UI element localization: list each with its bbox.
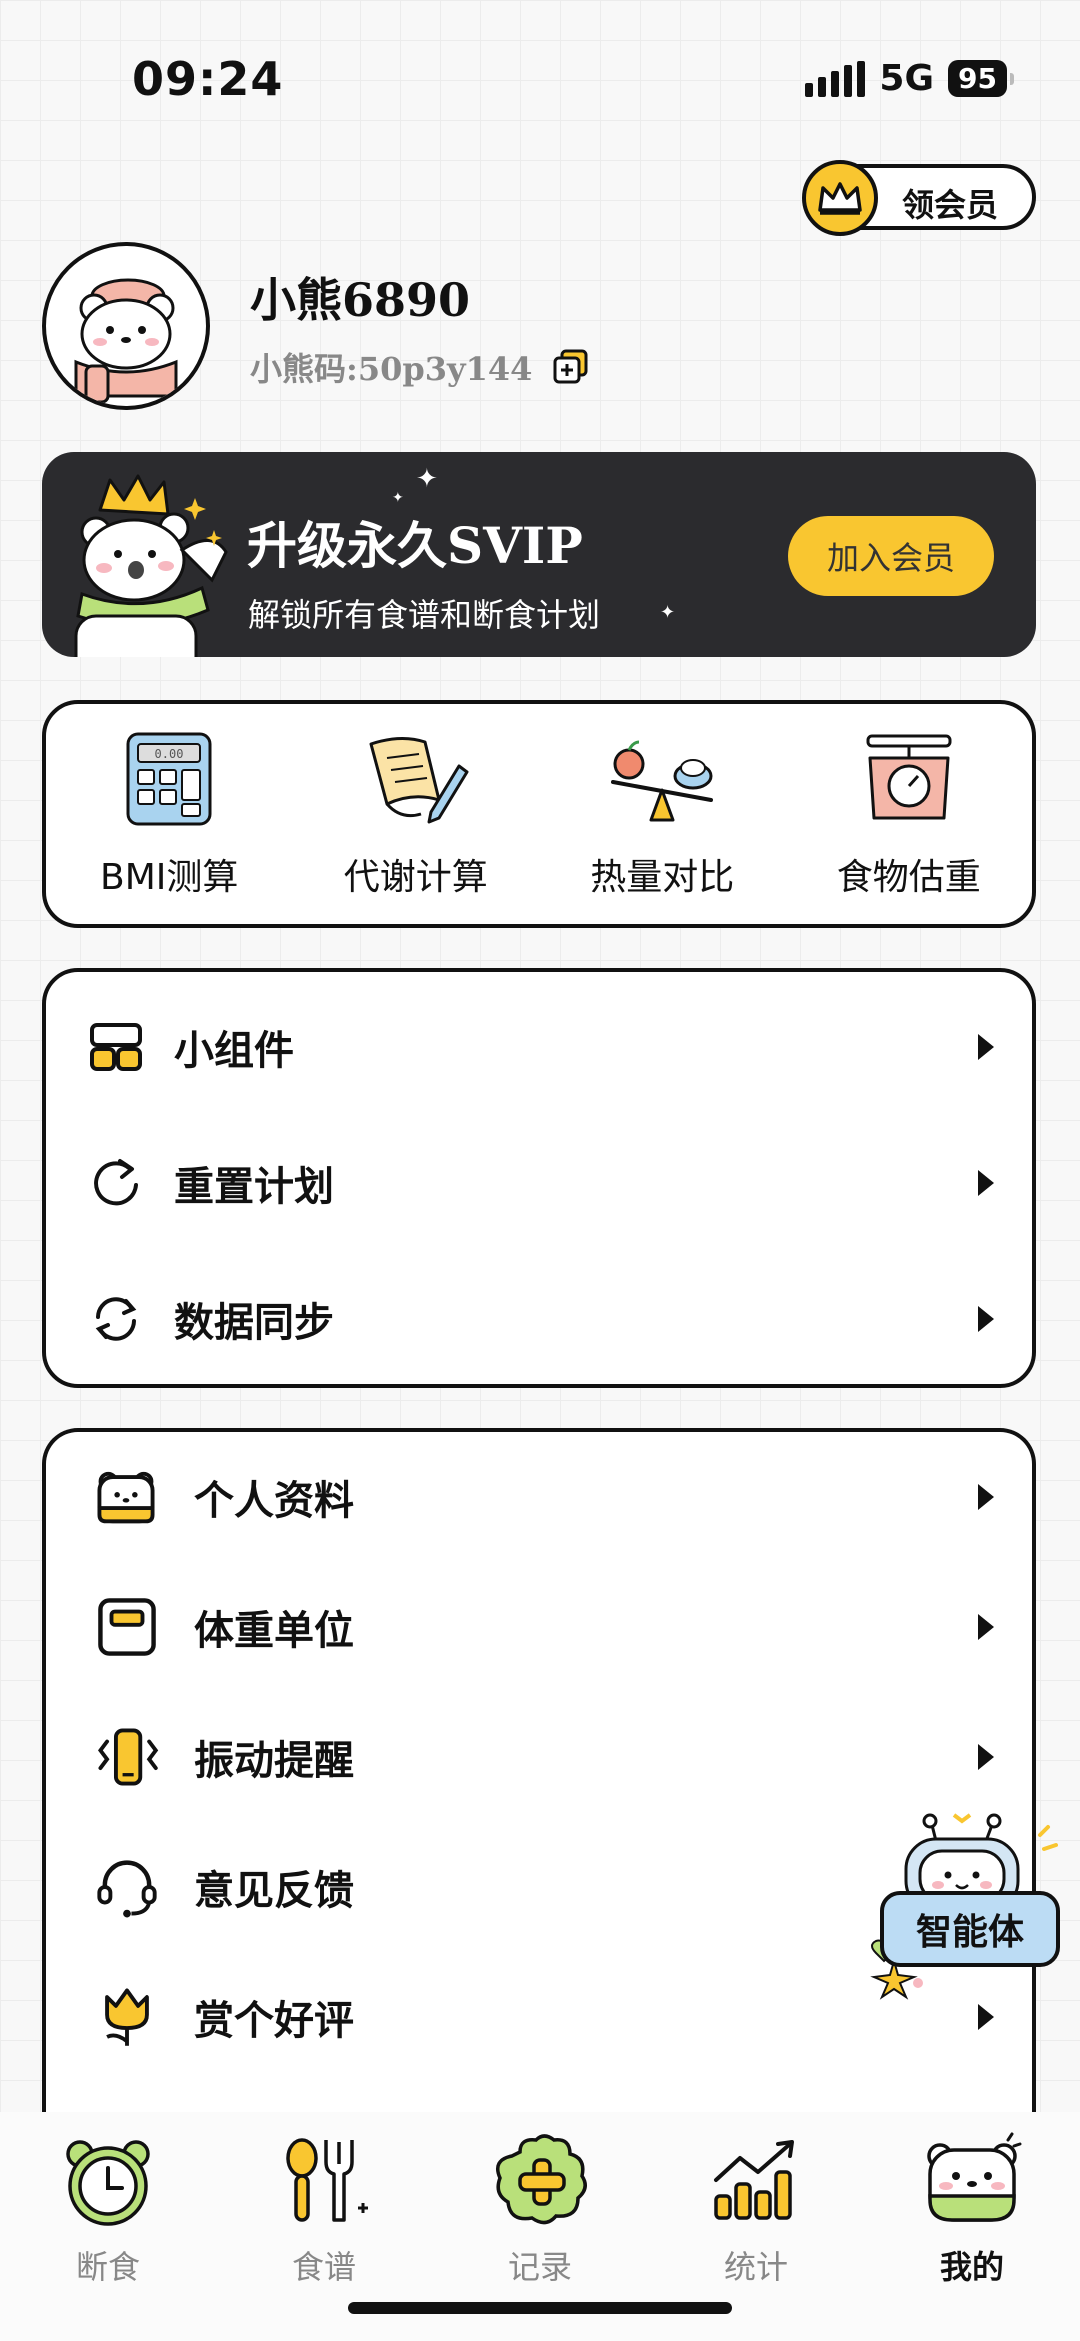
- agent-label: 智能体: [915, 1911, 1024, 1953]
- clock-icon: [66, 2140, 150, 2226]
- tool-calorie-compare[interactable]: 热量对比: [539, 704, 786, 924]
- sparkle-icon: ✦: [392, 490, 404, 506]
- widget-icon: [90, 1023, 142, 1071]
- chevron-right-icon: [978, 1306, 994, 1332]
- menu-item-label: 小组件: [174, 1027, 294, 1074]
- chevron-right-icon: [978, 1484, 994, 1510]
- chevron-right-icon: [978, 2004, 994, 2030]
- menu-item-label: 赏个好评: [194, 1997, 354, 2044]
- headset-icon: [97, 1860, 157, 1918]
- user-code: 小熊码:50p3y144: [250, 350, 533, 388]
- chevron-right-icon: [978, 1744, 994, 1770]
- chevron-right-icon: [978, 1614, 994, 1640]
- battery-icon: 95: [948, 60, 1014, 97]
- tab-label: 断食: [75, 2248, 140, 2286]
- tool-food-weight[interactable]: 食物估重: [786, 704, 1033, 924]
- join-membership-button[interactable]: 加入会员: [788, 516, 994, 596]
- add-record-icon: [496, 2134, 587, 2225]
- sync-icon: [95, 1297, 137, 1341]
- crown-icon: [802, 160, 878, 236]
- sparkle-icon: ✦: [660, 602, 676, 623]
- tab-fasting[interactable]: 断食: [0, 2132, 216, 2341]
- tab-label: 统计: [723, 2248, 788, 2286]
- menu-item-widget[interactable]: 小组件: [46, 982, 1032, 1112]
- get-membership-label: 领会员: [902, 186, 999, 224]
- network-type: 5G: [879, 58, 935, 99]
- reset-icon: [94, 1159, 138, 1206]
- bear-profile-icon: [97, 1471, 155, 1524]
- menu-item-label: 数据同步: [174, 1299, 334, 1346]
- tab-label: 食谱: [291, 2248, 356, 2286]
- menu-item-label: 振动提醒: [194, 1737, 354, 1784]
- username: 小熊6890: [250, 273, 471, 327]
- copy-icon[interactable]: [552, 348, 590, 386]
- status-indicators: 5G 95: [805, 58, 1014, 99]
- tool-bmi[interactable]: 0.00 BMI测算: [46, 704, 293, 924]
- tab-label: 记录: [507, 2248, 572, 2286]
- chevron-right-icon: [978, 1170, 994, 1196]
- home-indicator[interactable]: [348, 2302, 732, 2314]
- svip-banner[interactable]: ✦ ✦ ✦ 升级永久SVIP 解锁所有食谱和断食计划 加入会员: [42, 452, 1036, 657]
- tool-label: 热量对比: [590, 857, 735, 898]
- document-pen-icon: [369, 737, 469, 824]
- scale-balance-icon: [611, 740, 714, 822]
- svip-subtitle: 解锁所有食谱和断食计划: [248, 596, 601, 634]
- chevron-right-icon: [978, 1034, 994, 1060]
- settings-group-1: 小组件 重置计划 数据同步: [42, 968, 1036, 1388]
- svip-title: 升级永久SVIP: [247, 516, 583, 575]
- menu-item-reset-plan[interactable]: 重置计划: [46, 1118, 1032, 1248]
- utensils-icon: [286, 2138, 368, 2222]
- calculator-icon: 0.00: [126, 732, 212, 826]
- status-time: 09:24: [132, 52, 284, 106]
- menu-item-label: 体重单位: [194, 1607, 354, 1654]
- scale-unit-icon: [98, 1598, 156, 1656]
- kitchen-scale-icon: [866, 734, 952, 820]
- battery-level: 95: [948, 60, 1007, 97]
- get-membership-button[interactable]: 领会员: [802, 160, 1036, 236]
- agent-label-box: 智能体: [880, 1891, 1060, 1967]
- menu-item-vibration[interactable]: 振动提醒: [46, 1692, 1032, 1822]
- tools-card: 0.00 BMI测算 代谢计算 热量对比 食物估重: [42, 700, 1036, 928]
- menu-item-data-sync[interactable]: 数据同步: [46, 1254, 1032, 1384]
- menu-item-label: 重置计划: [174, 1163, 334, 1210]
- tool-label: BMI测算: [100, 857, 239, 898]
- bear-avatar-icon: [74, 278, 178, 404]
- tulip-icon: [105, 1988, 149, 2046]
- vibrate-icon: [98, 1728, 159, 1786]
- sparkle-icon: ✦: [416, 464, 438, 494]
- tool-metabolism[interactable]: 代谢计算: [293, 704, 540, 924]
- svg-text:0.00: 0.00: [155, 747, 184, 761]
- tool-label: 代谢计算: [343, 857, 488, 898]
- signal-icon: [805, 60, 866, 97]
- avatar[interactable]: [42, 242, 210, 410]
- chart-icon: [714, 2140, 794, 2220]
- menu-item-profile[interactable]: 个人资料: [46, 1432, 1032, 1562]
- tab-mine[interactable]: 我的: [864, 2132, 1080, 2341]
- menu-item-label: 意见反馈: [194, 1867, 354, 1914]
- ai-agent-button[interactable]: 智能体: [862, 1805, 1072, 2005]
- bear-face-icon: [927, 2132, 1022, 2222]
- tab-label: 我的: [939, 2248, 1004, 2286]
- menu-item-label: 个人资料: [194, 1477, 354, 1524]
- menu-item-weight-unit[interactable]: 体重单位: [46, 1562, 1032, 1692]
- user-code-row: 小熊码:50p3y144: [250, 344, 590, 390]
- tool-label: 食物估重: [836, 857, 981, 898]
